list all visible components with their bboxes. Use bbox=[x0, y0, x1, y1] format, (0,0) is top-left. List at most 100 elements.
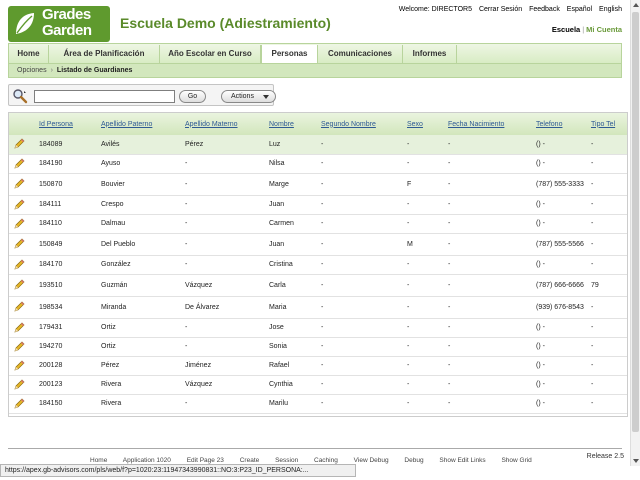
school-nav-current[interactable]: Escuela bbox=[552, 25, 580, 34]
column-header-fecha-nacimiento[interactable]: Fecha Nacimiento bbox=[444, 113, 532, 135]
page-scrollbar[interactable] bbox=[630, 0, 640, 466]
edit-cell[interactable] bbox=[9, 296, 35, 319]
cell-apellido-materno: - bbox=[181, 214, 265, 234]
table-row: 184150 Rivera - Marilu - - -() -- bbox=[9, 394, 627, 414]
edit-cell[interactable] bbox=[9, 413, 35, 418]
pencil-icon[interactable] bbox=[13, 379, 25, 391]
cell-segundo-nombre: - bbox=[317, 173, 403, 196]
edit-cell[interactable] bbox=[9, 274, 35, 297]
pencil-icon[interactable] bbox=[13, 158, 25, 170]
pencil-icon[interactable] bbox=[13, 259, 25, 271]
actions-menu-button[interactable]: Actions bbox=[221, 90, 276, 103]
edit-cell[interactable] bbox=[9, 135, 35, 155]
dev-link-view-debug[interactable]: View Debug bbox=[354, 457, 389, 464]
tab-comunicaciones[interactable]: Comunicaciones bbox=[318, 45, 403, 64]
cell-apellido-materno: - bbox=[181, 195, 265, 215]
cell-id: 184111 bbox=[35, 195, 97, 215]
pencil-icon[interactable] bbox=[13, 199, 25, 211]
tab-ano-escolar[interactable]: Año Escolar en Curso bbox=[160, 45, 261, 64]
dev-link-session[interactable]: Session bbox=[275, 457, 298, 464]
pencil-icon[interactable] bbox=[13, 417, 25, 418]
column-header-apellido-materno[interactable]: Apellido Materno bbox=[181, 113, 265, 135]
column-header-id[interactable]: Id Persona bbox=[35, 113, 97, 135]
edit-cell[interactable] bbox=[9, 337, 35, 357]
cell-apellido-materno: De Álvarez bbox=[181, 296, 265, 319]
edit-cell[interactable] bbox=[9, 356, 35, 376]
edit-cell[interactable] bbox=[9, 318, 35, 338]
app-title: Escuela Demo (Adiestramiento) bbox=[120, 15, 331, 31]
edit-cell[interactable] bbox=[9, 173, 35, 196]
pencil-icon[interactable] bbox=[13, 360, 25, 372]
column-header-edit bbox=[9, 113, 35, 135]
feedback-link[interactable]: Feedback bbox=[529, 6, 560, 13]
pencil-icon[interactable] bbox=[13, 138, 25, 150]
tab-planificacion[interactable]: Área de Planificación bbox=[49, 45, 160, 64]
pencil-icon[interactable] bbox=[13, 341, 25, 353]
edit-cell[interactable] bbox=[9, 233, 35, 256]
column-header-tipo-tel[interactable]: Tipo Tel bbox=[587, 113, 627, 135]
cell-id: 198534 bbox=[35, 296, 97, 319]
cell-apellido-materno: lopez bbox=[181, 413, 265, 416]
cell-segundo-nombre: - bbox=[317, 356, 403, 376]
search-icon[interactable] bbox=[12, 88, 28, 104]
column-header-sexo[interactable]: Sexo bbox=[403, 113, 444, 135]
cell-telefono: (787) 666-6666 bbox=[532, 274, 587, 297]
search-input[interactable] bbox=[34, 90, 175, 103]
cell-telefono: () - bbox=[532, 318, 587, 338]
column-header-nombre[interactable]: Nombre bbox=[265, 113, 317, 135]
dev-link-caching[interactable]: Caching bbox=[314, 457, 338, 464]
pencil-icon[interactable] bbox=[13, 238, 25, 250]
scrollbar-thumb[interactable] bbox=[632, 12, 639, 432]
grades-garden-logo[interactable]: Grades Garden bbox=[8, 6, 110, 42]
edit-cell[interactable] bbox=[9, 195, 35, 215]
dev-link-show-edit-links[interactable]: Show Edit Links bbox=[439, 457, 485, 464]
go-button[interactable]: Go bbox=[179, 90, 206, 103]
search-bar: Go Actions bbox=[8, 84, 276, 106]
pencil-icon[interactable] bbox=[13, 322, 25, 334]
edit-cell[interactable] bbox=[9, 394, 35, 414]
my-account-link[interactable]: Mi Cuenta bbox=[586, 25, 622, 34]
cell-segundo-nombre: - bbox=[317, 154, 403, 174]
scroll-up-icon[interactable] bbox=[633, 3, 639, 7]
top-links: Welcome: DIRECTOR5 Cerrar Sesión Feedbac… bbox=[394, 6, 622, 13]
column-header-telefono[interactable]: Telefono bbox=[532, 113, 587, 135]
language-en-link[interactable]: English bbox=[599, 6, 622, 13]
tab-personas[interactable]: Personas bbox=[261, 45, 318, 64]
cell-tipo-tel: - bbox=[587, 173, 627, 196]
column-header-segundo-nombre[interactable]: Segundo Nombre bbox=[317, 113, 403, 135]
tab-home[interactable]: Home bbox=[9, 45, 49, 64]
edit-cell[interactable] bbox=[9, 214, 35, 234]
cell-fecha-nacimiento: - bbox=[444, 154, 532, 174]
dev-link-create[interactable]: Create bbox=[240, 457, 260, 464]
cell-fecha-nacimiento: - bbox=[444, 318, 532, 338]
edit-cell[interactable] bbox=[9, 154, 35, 174]
dev-link-edit-page[interactable]: Edit Page 23 bbox=[187, 457, 224, 464]
table-row: 200128 Pérez Jiménez Rafael - - -() -- bbox=[9, 356, 627, 376]
breadcrumb-parent[interactable]: Opciones bbox=[17, 67, 47, 74]
cell-tipo-tel: 79 bbox=[587, 274, 627, 297]
dev-link-home[interactable]: Home bbox=[90, 457, 107, 464]
status-bar-url: https://apex.gb-advisors.com/pls/web/f?p… bbox=[0, 464, 356, 477]
pencil-icon[interactable] bbox=[13, 301, 25, 313]
cell-telefono: (787) 555-5566 bbox=[532, 233, 587, 256]
dev-link-debug[interactable]: Debug bbox=[404, 457, 423, 464]
table-body: 184089 Avilés Pérez Luz - - -() - -184190 Ayuso -… bbox=[9, 135, 627, 418]
cell-telefono: () - bbox=[532, 135, 587, 155]
cell-fecha-nacimiento: - bbox=[444, 195, 532, 215]
dev-link-show-grid[interactable]: Show Grid bbox=[501, 457, 531, 464]
cell-segundo-nombre: - bbox=[317, 214, 403, 234]
logout-link[interactable]: Cerrar Sesión bbox=[479, 6, 522, 13]
cell-telefono: () - bbox=[532, 337, 587, 357]
column-header-apellido-paterno[interactable]: Apellido Paterno bbox=[97, 113, 181, 135]
dev-link-application[interactable]: Application 1020 bbox=[123, 457, 171, 464]
scroll-down-icon[interactable] bbox=[633, 459, 639, 463]
language-es-link[interactable]: Español bbox=[567, 6, 592, 13]
pencil-icon[interactable] bbox=[13, 218, 25, 230]
cell-apellido-paterno: rivera bbox=[97, 413, 181, 416]
edit-cell[interactable] bbox=[9, 375, 35, 395]
pencil-icon[interactable] bbox=[13, 279, 25, 291]
pencil-icon[interactable] bbox=[13, 398, 25, 410]
edit-cell[interactable] bbox=[9, 255, 35, 275]
pencil-icon[interactable] bbox=[13, 178, 25, 190]
tab-informes[interactable]: Informes bbox=[403, 45, 457, 64]
